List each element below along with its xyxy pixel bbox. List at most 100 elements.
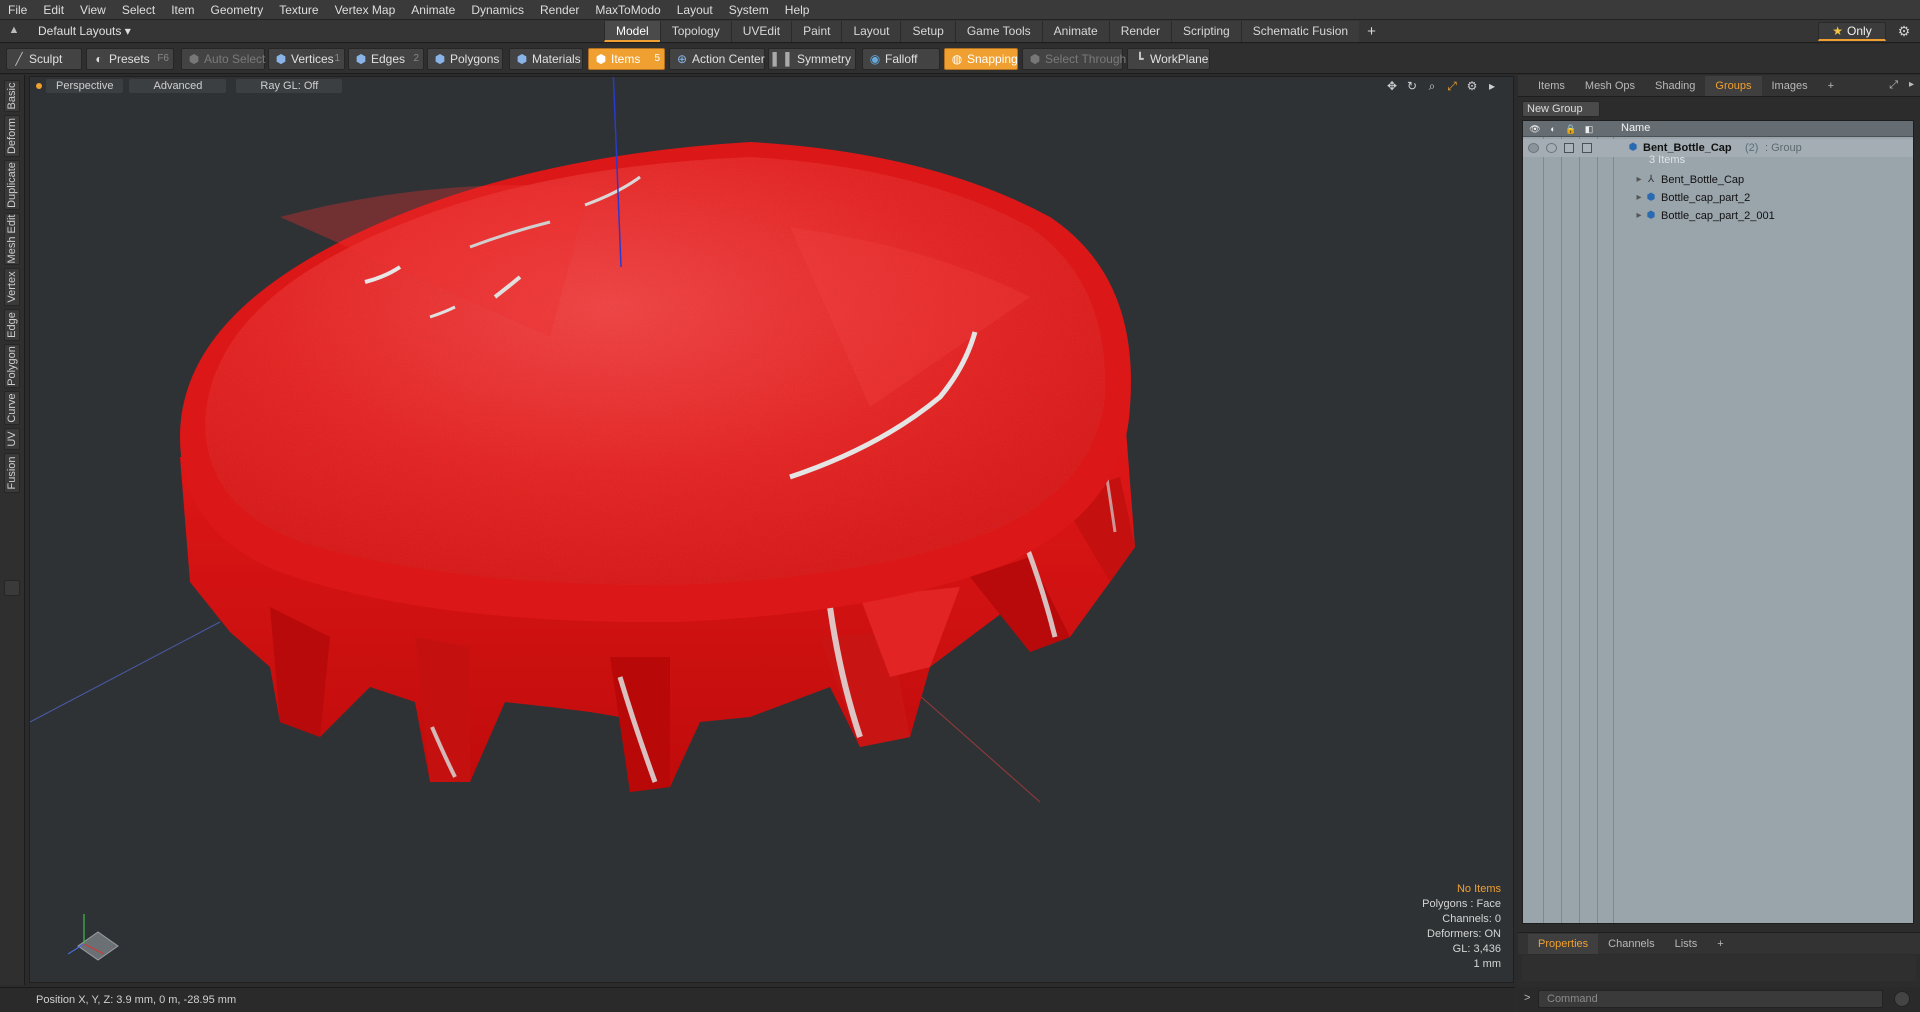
tab-channels[interactable]: Channels bbox=[1598, 934, 1664, 954]
expand-panel-icon[interactable]: ⤢ bbox=[1889, 79, 1898, 92]
menu-select[interactable]: Select bbox=[114, 0, 163, 20]
panel-menu-arrow-icon[interactable]: ▸ bbox=[1909, 79, 1914, 90]
tab-lists[interactable]: Lists bbox=[1665, 934, 1708, 954]
edges-mode-button[interactable]: ⬢ Edges 2 bbox=[348, 48, 424, 70]
tab-items[interactable]: Items bbox=[1528, 76, 1575, 96]
tab-render[interactable]: Render bbox=[1108, 21, 1172, 42]
palette-tab-vertex[interactable]: Vertex bbox=[4, 268, 20, 306]
modo-window: File Edit View Select Item Geometry Text… bbox=[0, 0, 1920, 1012]
palette-tab-deform[interactable]: Deform bbox=[4, 115, 20, 157]
zoom-icon[interactable]: ⌕ bbox=[1425, 79, 1439, 93]
group-member-row[interactable]: ▸ ⬢ Bottle_cap_part_2 bbox=[1523, 189, 1913, 207]
visibility-column-icon[interactable]: 👁 bbox=[1529, 123, 1541, 135]
palette-tab-uv[interactable]: UV bbox=[4, 428, 20, 450]
palette-toggle-button[interactable] bbox=[4, 580, 20, 596]
viewport-settings-icon[interactable]: ⚙ bbox=[1465, 79, 1479, 93]
add-panel-tab-button[interactable]: + bbox=[1818, 76, 1844, 96]
materials-mode-button[interactable]: ⬢ Materials bbox=[509, 48, 583, 70]
vertices-mode-button[interactable]: ⬢ Vertices 1 bbox=[268, 48, 345, 70]
falloff-button[interactable]: ◉ Falloff bbox=[862, 48, 940, 70]
menu-system[interactable]: System bbox=[721, 0, 777, 20]
visibility-eye-icon[interactable] bbox=[1528, 143, 1539, 153]
tab-schematic-fusion[interactable]: Schematic Fusion bbox=[1240, 21, 1360, 42]
tab-topology[interactable]: Topology bbox=[659, 21, 731, 42]
gear-icon[interactable]: ⚙ bbox=[1896, 23, 1912, 39]
items-mode-button[interactable]: ⬢ Items 5 bbox=[588, 48, 665, 70]
tree-header: 👁 ◐ 🔒 ◧ Name bbox=[1523, 121, 1913, 137]
symmetry-button[interactable]: ▌▐ Symmetry bbox=[768, 48, 856, 70]
viewport-nav-icons: ✥ ↻ ⌕ ⤢ ⚙ ▸ bbox=[1385, 79, 1499, 93]
palette-tab-edge[interactable]: Edge bbox=[4, 309, 20, 341]
add-properties-tab-button[interactable]: + bbox=[1707, 934, 1733, 954]
only-toggle-button[interactable]: ★ Only bbox=[1818, 22, 1886, 41]
snapping-button[interactable]: ◍ Snapping bbox=[944, 48, 1018, 70]
viewport-menu-arrow-icon[interactable]: ▸ bbox=[1485, 79, 1499, 93]
name-column-header[interactable]: Name bbox=[1621, 122, 1650, 134]
command-input[interactable]: Command bbox=[1538, 990, 1883, 1008]
render-column-icon[interactable]: ◐ bbox=[1547, 123, 1559, 135]
menu-dynamics[interactable]: Dynamics bbox=[463, 0, 532, 20]
select-through-button[interactable]: ⬢ Select Through bbox=[1022, 48, 1126, 70]
lock-column-icon[interactable]: 🔒 bbox=[1565, 123, 1577, 135]
menu-render[interactable]: Render bbox=[532, 0, 587, 20]
tab-animate[interactable]: Animate bbox=[1041, 21, 1109, 42]
auto-select-button[interactable]: ⬢ Auto Select bbox=[181, 48, 265, 70]
tab-setup[interactable]: Setup bbox=[900, 21, 955, 42]
menu-geometry[interactable]: Geometry bbox=[203, 0, 272, 20]
view-mode-dropdown[interactable]: Perspective bbox=[46, 79, 124, 93]
select-column-icon[interactable]: ◧ bbox=[1583, 123, 1595, 135]
tab-model[interactable]: Model bbox=[604, 21, 660, 42]
menu-maxtomodo[interactable]: MaxToModo bbox=[587, 0, 668, 20]
layout-tabs: Model Topology UVEdit Paint Layout Setup… bbox=[604, 21, 1384, 43]
render-toggle-icon[interactable] bbox=[1546, 143, 1557, 153]
action-center-button[interactable]: ⊕ Action Center bbox=[669, 48, 765, 70]
menu-texture[interactable]: Texture bbox=[271, 0, 326, 20]
polygons-mode-button[interactable]: ⬢ Polygons bbox=[427, 48, 503, 70]
raygl-toggle[interactable]: Ray GL: Off bbox=[236, 79, 343, 93]
tab-groups[interactable]: Groups bbox=[1705, 75, 1762, 96]
tab-properties[interactable]: Properties bbox=[1528, 933, 1599, 954]
palette-tab-curve[interactable]: Curve bbox=[4, 391, 20, 425]
command-history-button[interactable] bbox=[1894, 991, 1910, 1007]
maximize-icon[interactable]: ⤢ bbox=[1445, 79, 1459, 93]
tree-branch-icon: ▸ bbox=[1636, 174, 1642, 185]
tab-mesh-ops[interactable]: Mesh Ops bbox=[1575, 76, 1645, 96]
tab-shading[interactable]: Shading bbox=[1645, 76, 1705, 96]
new-group-button[interactable]: New Group bbox=[1522, 101, 1600, 117]
palette-tab-basic[interactable]: Basic bbox=[4, 80, 20, 112]
menu-item[interactable]: Item bbox=[163, 0, 202, 20]
select-checkbox[interactable] bbox=[1582, 143, 1592, 153]
workplane-button[interactable]: ┗ WorkPlane bbox=[1127, 48, 1210, 70]
tab-scripting[interactable]: Scripting bbox=[1171, 21, 1241, 42]
shading-dropdown[interactable]: Advanced bbox=[129, 79, 227, 93]
menu-view[interactable]: View bbox=[72, 0, 114, 20]
tab-layout[interactable]: Layout bbox=[841, 21, 901, 42]
tab-images[interactable]: Images bbox=[1762, 76, 1818, 96]
lock-checkbox[interactable] bbox=[1564, 143, 1574, 153]
menu-animate[interactable]: Animate bbox=[403, 0, 463, 20]
menu-file[interactable]: File bbox=[0, 0, 35, 20]
palette-tab-fusion[interactable]: Fusion bbox=[4, 453, 20, 493]
rotate-icon[interactable]: ↻ bbox=[1405, 79, 1419, 93]
menu-bar: File Edit View Select Item Geometry Text… bbox=[0, 0, 1920, 20]
group-member-row[interactable]: ▸ ⬢ Bottle_cap_part_2_001 bbox=[1523, 207, 1913, 225]
sculpt-button[interactable]: ╱ Sculpt bbox=[6, 48, 82, 70]
pan-icon[interactable]: ✥ bbox=[1385, 79, 1399, 93]
layout-dropdown[interactable]: Default Layouts ▾ bbox=[38, 23, 138, 40]
menu-help[interactable]: Help bbox=[777, 0, 818, 20]
tab-paint[interactable]: Paint bbox=[791, 21, 842, 42]
3d-viewport[interactable]: Perspective Advanced Ray GL: Off ✥ ↻ ⌕ ⤢… bbox=[29, 76, 1514, 983]
tab-uvedit[interactable]: UVEdit bbox=[730, 21, 792, 42]
group-member-row[interactable]: ▸ ⅄ Bent_Bottle_Cap bbox=[1523, 171, 1913, 189]
groups-tree[interactable]: 👁 ◐ 🔒 ◧ Name ⬢ Bent_Bottle_Cap (2) : Gro… bbox=[1522, 120, 1914, 924]
menu-edit[interactable]: Edit bbox=[35, 0, 72, 20]
palette-tab-mesh-edit[interactable]: Mesh Edit bbox=[4, 213, 20, 265]
palette-tab-polygon[interactable]: Polygon bbox=[4, 344, 20, 388]
menu-vertex-map[interactable]: Vertex Map bbox=[327, 0, 404, 20]
presets-button[interactable]: ◐ Presets F6 bbox=[86, 48, 174, 70]
layout-toggle-icon[interactable]: ▲ bbox=[6, 24, 22, 40]
add-tab-button[interactable]: + bbox=[1359, 21, 1384, 42]
menu-layout[interactable]: Layout bbox=[669, 0, 721, 20]
tab-game-tools[interactable]: Game Tools bbox=[954, 21, 1042, 42]
palette-tab-duplicate[interactable]: Duplicate bbox=[4, 160, 20, 210]
